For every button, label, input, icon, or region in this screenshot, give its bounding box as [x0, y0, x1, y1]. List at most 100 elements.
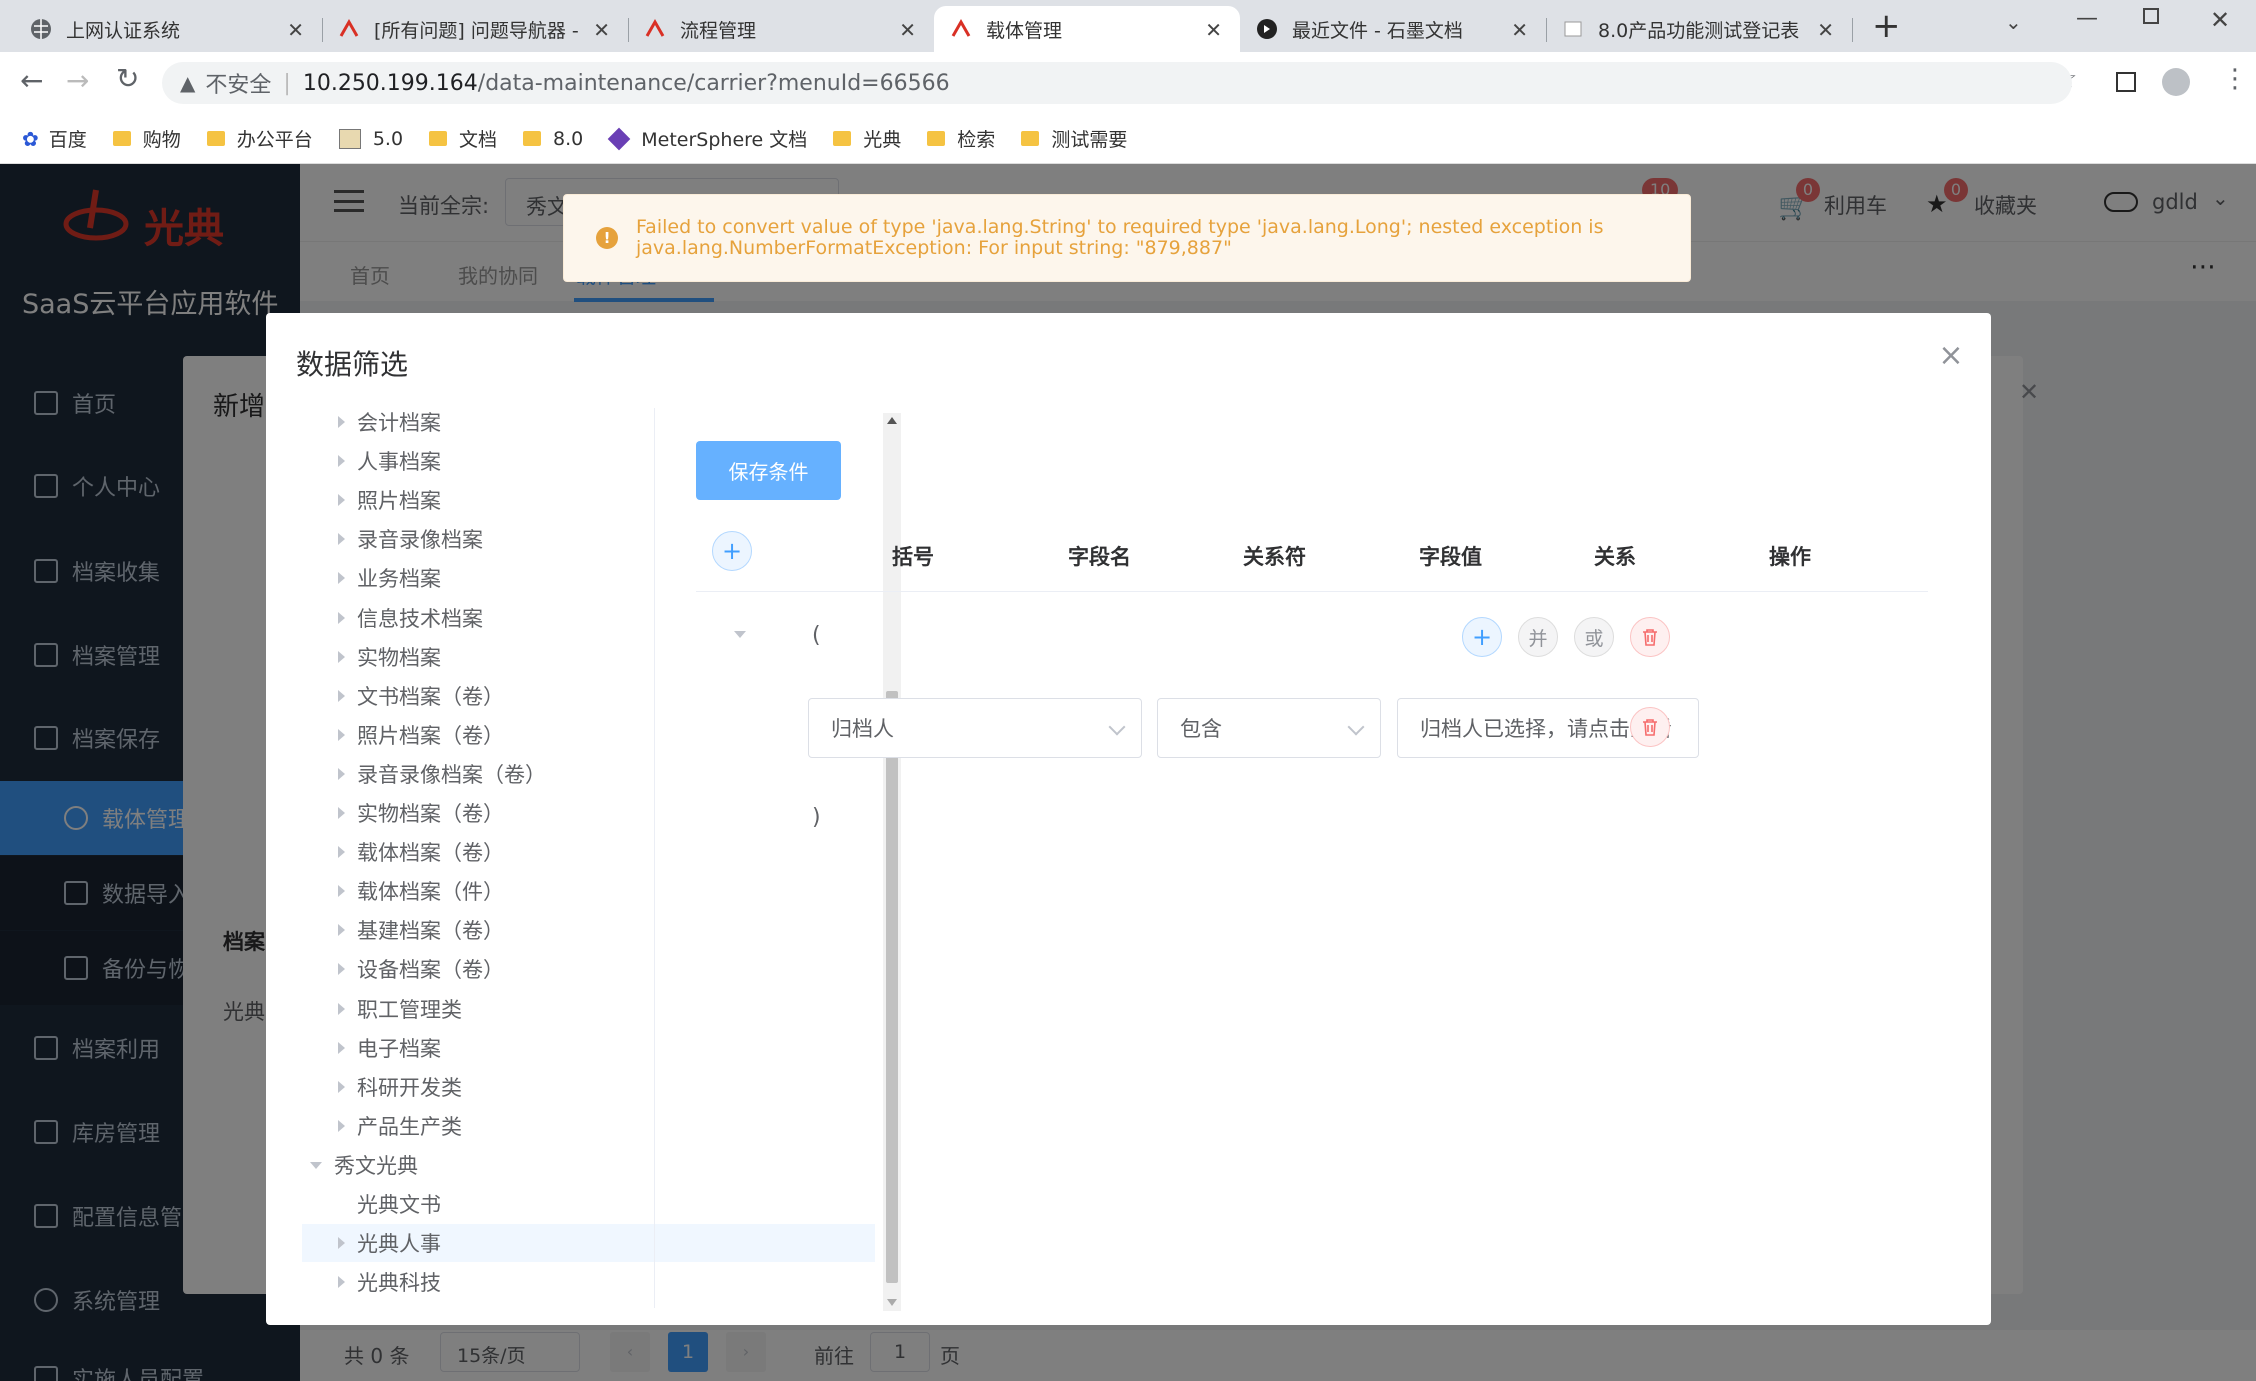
chevron-down-icon	[1347, 718, 1365, 736]
tree-node-label: 基建档案（卷）	[357, 919, 504, 943]
url-security-label: 不安全	[205, 73, 272, 98]
reload-icon[interactable]: ↻	[116, 62, 139, 95]
browser-tab[interactable]: 最近文件 - 石墨文档 ✕	[1240, 6, 1547, 52]
tree-node-label: 光典人事	[357, 1232, 441, 1256]
dialog-title: 数据筛选	[296, 348, 409, 381]
group-close-bracket: )	[812, 805, 821, 830]
caret-right-icon[interactable]	[338, 572, 345, 584]
minimize-icon[interactable]: —	[2076, 6, 2098, 31]
browser-tab-active[interactable]: 载体管理 ✕	[934, 6, 1240, 52]
caret-right-icon[interactable]	[338, 1003, 345, 1015]
close-icon[interactable]: ✕	[1511, 18, 1528, 42]
url-path: /data-maintenance/carrier?menuId=66566	[477, 70, 950, 96]
caret-right-icon[interactable]	[338, 651, 345, 663]
bookmark-folder[interactable]: 文档	[429, 125, 497, 152]
restore-icon[interactable]	[2143, 8, 2159, 24]
browser-tab[interactable]: [所有问题] 问题导航器 - 光 ✕	[322, 6, 629, 52]
close-icon[interactable]: ✕	[593, 18, 610, 42]
tree-node-label: 人事档案	[357, 450, 441, 474]
tree-node-label: 会计档案	[357, 411, 441, 435]
caret-right-icon[interactable]	[338, 846, 345, 858]
metersphere-icon	[607, 127, 631, 150]
caret-right-icon[interactable]	[338, 963, 345, 975]
shimo-logo-icon	[1257, 19, 1277, 39]
tree-node-label: 录音录像档案	[357, 528, 483, 552]
caret-right-icon[interactable]	[338, 807, 345, 819]
tree-node-label: 光典文书	[357, 1193, 441, 1217]
caret-right-icon[interactable]	[338, 455, 345, 467]
trash-icon	[1643, 719, 1657, 736]
tree-node-label: 信息技术档案	[357, 607, 483, 631]
close-icon[interactable]: ✕	[1205, 18, 1222, 42]
baidu-paw-icon: ✿	[22, 126, 39, 151]
chevron-down-icon[interactable]: ⌄	[2005, 10, 2022, 34]
trash-icon	[1643, 629, 1657, 646]
url-bar[interactable]: ▲ 不安全 | 10.250.199.164 /data-maintenance…	[162, 62, 2072, 104]
caret-right-icon[interactable]	[338, 416, 345, 428]
bookmark-item[interactable]: 5.0	[338, 128, 403, 150]
forward-arrow-icon[interactable]: →	[66, 64, 89, 97]
bookmark-folder[interactable]: 购物	[112, 125, 181, 152]
caret-right-icon[interactable]	[338, 494, 345, 506]
bookmark-item[interactable]: ✿ 百度	[22, 125, 87, 152]
more-vert-icon[interactable]: ⋮	[2222, 64, 2248, 94]
back-arrow-icon[interactable]: ←	[20, 64, 43, 97]
url-host: 10.250.199.164	[302, 70, 478, 96]
caret-right-icon[interactable]	[338, 1276, 345, 1288]
side-panel-icon[interactable]	[2116, 72, 2136, 92]
operator-select[interactable]: 包含	[1157, 698, 1381, 758]
bookmark-folder[interactable]: 8.0	[523, 128, 583, 150]
collapse-arrow-icon[interactable]	[734, 631, 746, 638]
column-header: 括号	[892, 545, 934, 569]
new-tab-plus-icon[interactable]: +	[1872, 6, 1901, 46]
or-button[interactable]: 或	[1574, 617, 1614, 657]
bookmark-folder[interactable]: 光典	[833, 125, 901, 152]
bookmark-item[interactable]: MeterSphere 文档	[607, 125, 807, 152]
caret-right-icon[interactable]	[338, 729, 345, 741]
window-close-icon[interactable]: ✕	[2210, 6, 2230, 34]
tree-node-label: 秀文光典	[334, 1154, 418, 1178]
caret-down-icon[interactable]	[310, 1161, 322, 1169]
tree-node-label: 业务档案	[357, 567, 441, 591]
close-icon[interactable]: ✕	[899, 18, 916, 42]
caret-right-icon[interactable]	[338, 690, 345, 702]
delete-group-button[interactable]	[1630, 617, 1670, 657]
save-condition-button[interactable]: 保存条件	[696, 441, 841, 500]
caret-right-icon[interactable]	[338, 1081, 345, 1093]
caret-right-icon[interactable]	[338, 768, 345, 780]
group-open-bracket: (	[812, 623, 821, 648]
and-button[interactable]: 并	[1518, 617, 1558, 657]
browser-tab[interactable]: 上网认证系统 ✕	[14, 6, 323, 52]
caret-right-icon[interactable]	[338, 612, 345, 624]
bookmark-folder[interactable]: 测试需要	[1021, 125, 1127, 152]
tree-node-label: 照片档案（卷）	[357, 724, 504, 748]
column-header: 字段名	[1068, 545, 1131, 569]
browser-tab[interactable]: 8.0产品功能测试登记表 ✕	[1546, 6, 1853, 52]
close-icon[interactable]: ✕	[287, 18, 304, 42]
caret-right-icon[interactable]	[338, 1237, 345, 1249]
close-icon[interactable]: ✕	[1817, 18, 1834, 42]
caret-right-icon[interactable]	[338, 1042, 345, 1054]
browser-tab-title: 流程管理	[680, 19, 757, 42]
browser-tab[interactable]: 流程管理 ✕	[628, 6, 934, 52]
caret-right-icon[interactable]	[338, 533, 345, 545]
tree-node-label: 职工管理类	[357, 998, 462, 1022]
browser-tab-title: 8.0产品功能测试登记表	[1598, 19, 1800, 42]
toast-message: Failed to convert value of type 'java.la…	[636, 216, 1604, 259]
column-header: 字段值	[1419, 545, 1482, 569]
column-header: 操作	[1769, 545, 1811, 569]
bookmark-folder[interactable]: 办公平台	[206, 125, 313, 152]
caret-right-icon[interactable]	[338, 924, 345, 936]
add-condition-icon[interactable]: +	[1462, 617, 1502, 657]
column-header: 关系符	[1243, 545, 1306, 569]
delete-condition-button[interactable]	[1630, 707, 1670, 747]
tree-node-label: 实物档案	[357, 646, 441, 670]
folder-icon	[927, 131, 946, 146]
field-name-select[interactable]: 归档人	[808, 698, 1142, 758]
caret-right-icon[interactable]	[338, 1120, 345, 1132]
profile-avatar-icon[interactable]	[2162, 68, 2190, 96]
bookmark-folder[interactable]: 检索	[927, 125, 995, 152]
caret-right-icon[interactable]	[338, 885, 345, 897]
add-group-icon[interactable]: +	[712, 531, 752, 571]
tree-node-label: 文书档案（卷）	[357, 685, 504, 709]
